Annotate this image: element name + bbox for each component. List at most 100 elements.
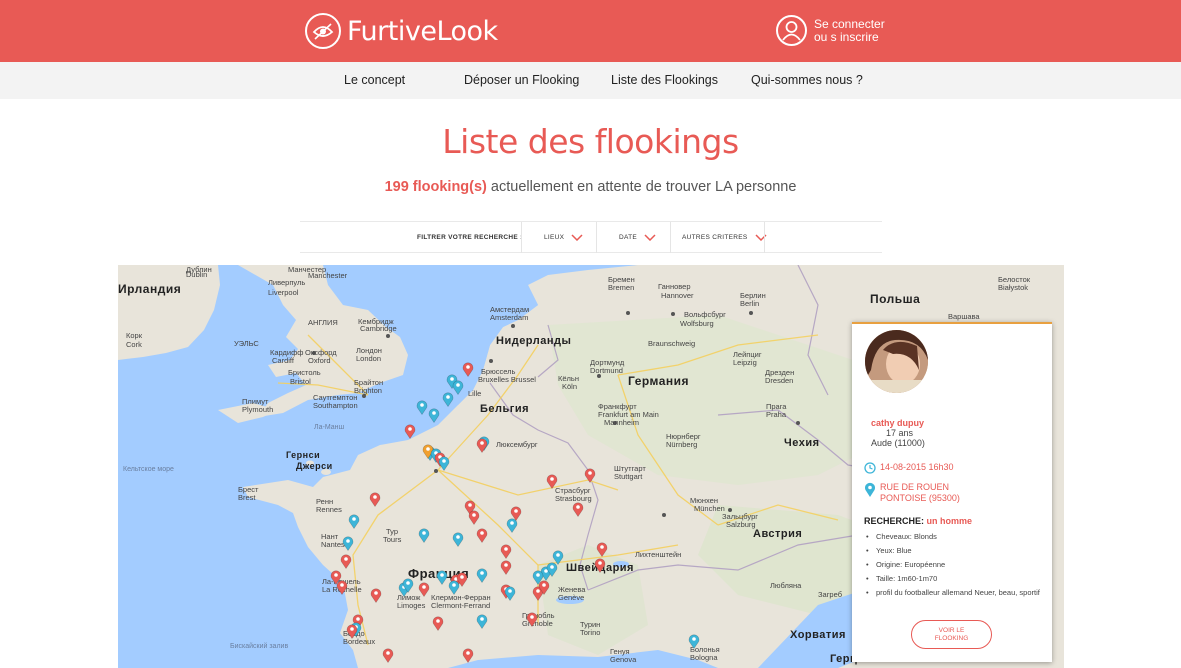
flooking-count-text: 199 flooking(s) actuellement en attente … [0, 179, 1181, 195]
map-marker-icon[interactable] [442, 392, 454, 408]
map-label: Dublin [186, 270, 208, 279]
map-label: Berlin [740, 299, 760, 308]
map-marker-icon[interactable] [348, 514, 360, 530]
map-marker-icon[interactable] [432, 616, 444, 632]
map-label: Leipzig [733, 358, 757, 367]
logo[interactable]: FurtiveLook [305, 11, 498, 51]
filter-autres-label: AUTRES CRITERES [682, 234, 748, 241]
login-link[interactable]: Se connecter ou s inscrire [776, 15, 885, 46]
map-marker-icon[interactable] [504, 586, 516, 602]
map-label: Brighton [354, 386, 382, 395]
map-marker-icon[interactable] [462, 648, 474, 664]
chevron-down-icon [571, 234, 583, 241]
map-marker-icon[interactable] [342, 536, 354, 552]
map-marker-icon[interactable] [369, 492, 381, 508]
map-marker-icon[interactable] [436, 570, 448, 586]
map-marker-icon[interactable] [476, 568, 488, 584]
map-marker-icon[interactable] [546, 562, 558, 578]
map-marker-icon[interactable] [594, 558, 606, 574]
map-label: Genève [558, 593, 585, 602]
map-marker-icon[interactable] [428, 408, 440, 424]
map-label: Amsterdam [490, 313, 529, 322]
map-label: Wolfsburg [680, 319, 714, 328]
map-marker-icon[interactable] [448, 580, 460, 596]
filter-date-button[interactable]: DATE [619, 222, 656, 253]
map-marker-icon[interactable] [418, 528, 430, 544]
map-label: Bruxelles Brussel [478, 375, 536, 384]
nav-item-list[interactable]: Liste des Flookings [611, 73, 718, 87]
map-marker-icon[interactable] [382, 648, 394, 664]
map-marker-icon[interactable] [340, 554, 352, 570]
map-label: Кельтское море [123, 466, 174, 473]
map-label: Cork [126, 340, 142, 349]
map-label: Stuttgart [614, 472, 643, 481]
map-marker-icon[interactable] [402, 578, 414, 594]
list-item: Origine: Européenne [866, 560, 1046, 570]
logo-eye-icon [305, 13, 341, 49]
map-label: Загреб [818, 590, 842, 599]
map-label: Limoges [397, 601, 426, 610]
map-marker-icon[interactable] [438, 456, 450, 472]
map-marker-icon[interactable] [476, 528, 488, 544]
map-label: Lille [468, 389, 482, 398]
map-label: Нидерланды [496, 335, 572, 347]
map-marker-icon[interactable] [370, 588, 382, 604]
map-marker-icon[interactable] [506, 518, 518, 534]
map-marker-icon[interactable] [688, 634, 700, 650]
filter-bar: FILTRER VOTRE RECHERCHE : LIEUX DATE AUT… [300, 221, 882, 253]
map-marker-icon[interactable] [532, 570, 544, 586]
search-label: RECHERCHE: [864, 516, 925, 526]
map-marker-icon[interactable] [346, 624, 358, 640]
map-label: Białystok [998, 283, 1029, 292]
map-marker-icon[interactable] [584, 468, 596, 484]
divider [596, 222, 597, 253]
login-label: Se connecter [814, 16, 885, 31]
map-label: Praha [766, 410, 787, 419]
map-marker-icon[interactable] [452, 532, 464, 548]
flooking-address-row: RUE DE ROUEN PONTOISE (95300) [864, 482, 960, 504]
map-label: Salzburg [726, 520, 756, 529]
top-bar: FurtiveLook Se connecter ou s inscrire [0, 0, 1181, 62]
map-marker-icon[interactable] [500, 544, 512, 560]
main-nav: Le concept Déposer un Flooking Liste des… [0, 62, 1181, 99]
map-marker-icon[interactable] [546, 474, 558, 490]
map-label: Cardiff [272, 356, 294, 365]
map-marker-icon[interactable] [596, 542, 608, 558]
map-label: Cambridge [360, 324, 397, 333]
filter-autres-button[interactable]: AUTRES CRITERES [682, 222, 767, 253]
nav-item-concept[interactable]: Le concept [344, 73, 405, 87]
nav-item-deposit[interactable]: Déposer un Flooking [464, 73, 579, 87]
divider [521, 222, 522, 253]
map-marker-icon[interactable] [500, 560, 512, 576]
map-label: Корк [126, 331, 142, 340]
map-label: Bristol [290, 377, 311, 386]
view-flooking-button[interactable]: VOIR LE FLOOKING [911, 620, 992, 649]
flooking-date-row: 14-08-2015 16h30 [864, 462, 954, 474]
map-marker-icon[interactable] [336, 580, 348, 596]
map-marker-icon[interactable] [468, 510, 480, 526]
map-marker-icon[interactable] [476, 614, 488, 630]
logo-text: FurtiveLook [347, 15, 498, 47]
map-marker-icon[interactable] [572, 502, 584, 518]
map-label: Любляна [770, 581, 802, 590]
filter-lieux-label: LIEUX [544, 234, 565, 241]
chevron-down-icon [644, 234, 656, 241]
map-marker-icon[interactable] [476, 438, 488, 454]
map-marker-icon[interactable] [526, 612, 538, 628]
map-marker-icon[interactable] [416, 400, 428, 416]
divider [764, 222, 765, 253]
divider [670, 222, 671, 253]
filter-lieux-button[interactable]: LIEUX [544, 222, 583, 253]
map-label: Rennes [316, 505, 342, 514]
map-marker-icon[interactable] [404, 424, 416, 440]
signup-label: ou s inscrire [814, 29, 879, 44]
map-marker-icon[interactable] [418, 582, 430, 598]
location-pin-icon [865, 482, 875, 497]
map-label: Clermont-Ferrand [431, 601, 491, 610]
map-label: Bremen [608, 283, 635, 292]
map-label: Dortmund [590, 366, 623, 375]
map-marker-icon[interactable] [462, 362, 474, 378]
map-label: Лихтенштейн [635, 550, 682, 559]
nav-item-about[interactable]: Qui-sommes nous ? [751, 73, 863, 87]
map-label: Braunschweig [648, 339, 696, 348]
